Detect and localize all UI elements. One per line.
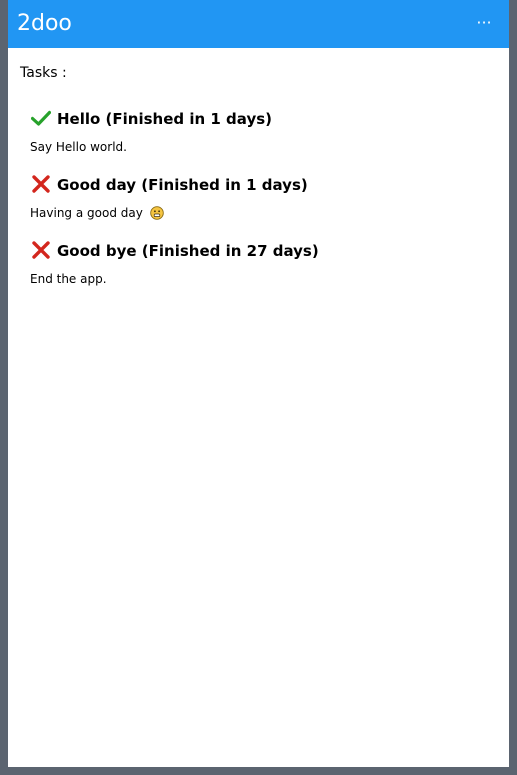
app-window: 2doo ··· Tasks : Hello (Finished in 1 da… (8, 0, 509, 767)
task-title: Good day (Finished in 1 days) (57, 176, 308, 194)
task-item[interactable]: Good bye (Finished in 27 days) End the a… (30, 239, 490, 287)
task-description-text: Say Hello world. (30, 140, 127, 154)
task-title-row: Good bye (Finished in 27 days) (30, 239, 490, 263)
task-description: Say Hello world. (30, 139, 490, 155)
check-icon (31, 110, 51, 126)
cross-icon (32, 241, 50, 259)
task-title-row: Good day (Finished in 1 days) (30, 173, 490, 197)
app-header: 2doo ··· (8, 0, 509, 48)
more-options-button[interactable]: ··· (473, 10, 495, 36)
task-description: End the app. (30, 271, 490, 287)
task-description: Having a good day (30, 205, 490, 221)
task-title: Hello (Finished in 1 days) (57, 110, 273, 128)
task-description-text: Having a good day (30, 206, 143, 220)
task-item[interactable]: Hello (Finished in 1 days) Say Hello wor… (30, 107, 490, 155)
task-title: Good bye (Finished in 27 days) (57, 242, 319, 260)
smiley-icon (149, 206, 164, 220)
app-title: 2doo (17, 11, 72, 36)
task-title-row: Hello (Finished in 1 days) (30, 107, 490, 131)
cross-icon (32, 175, 50, 193)
tasks-heading: Tasks : (20, 65, 67, 81)
task-item[interactable]: Good day (Finished in 1 days) Having a g… (30, 173, 490, 221)
task-description-text: End the app. (30, 272, 107, 286)
